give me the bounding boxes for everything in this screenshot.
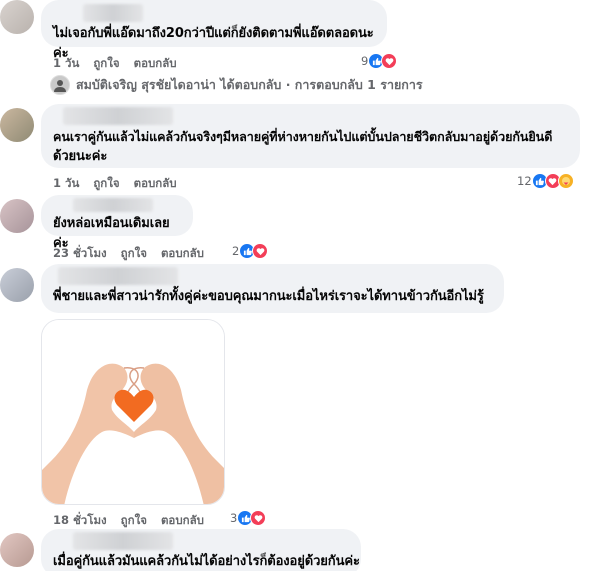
- commenter-avatar[interactable]: [0, 0, 34, 34]
- commenter-avatar[interactable]: [0, 108, 34, 142]
- comment-text: เมื่อคู่กันแล้วมันแคล้วกันไม่ได้อย่างไรก…: [53, 554, 360, 569]
- reaction-summary[interactable]: 12: [517, 173, 574, 189]
- reply-button[interactable]: ตอบกลับ: [161, 512, 204, 530]
- comment-time[interactable]: 18 ชั่วโมง: [53, 512, 107, 530]
- comment-bubble: ไม่เจอกับพี่แอ๊ดมาถึง20กว่าปีแต่ก็ยังติด…: [41, 0, 387, 61]
- reply-summary-text[interactable]: สมบัติเจริญ สุรชัยไดอาน่า ได้ตอบกลับ · ก…: [76, 75, 423, 95]
- commenter-avatar[interactable]: [0, 268, 34, 302]
- reaction-count: 12: [517, 174, 532, 188]
- reply-button[interactable]: ตอบกลับ: [134, 55, 177, 73]
- reaction-count: 3: [230, 511, 238, 525]
- care-icon: [557, 173, 574, 189]
- comment-actions: 1 วัน ถูกใจ ตอบกลับ: [53, 55, 177, 73]
- like-button[interactable]: ถูกใจ: [121, 245, 147, 263]
- comment-actions: 1 วัน ถูกใจ ตอบกลับ: [53, 175, 177, 193]
- commenter-avatar[interactable]: [0, 533, 34, 567]
- commenter-name-blurred[interactable]: [83, 4, 143, 22]
- love-icon: [381, 53, 398, 69]
- reaction-summary[interactable]: 3: [230, 510, 267, 526]
- comment-text-line: ด้วยนะค่ะ: [53, 149, 108, 164]
- heart-hands-image: [42, 320, 224, 504]
- commenter-name-blurred[interactable]: [73, 532, 173, 550]
- like-button[interactable]: ถูกใจ: [121, 512, 147, 530]
- commenter-avatar[interactable]: [0, 199, 34, 233]
- comment-text-line: คนเราคู่กันแล้วไม่แคล้วกันจริงๆมีหลายคู่…: [53, 129, 553, 144]
- comment-time[interactable]: 1 วัน: [53, 175, 79, 193]
- comment-actions: 18 ชั่วโมง ถูกใจ ตอบกลับ: [53, 512, 204, 530]
- commenter-name-blurred[interactable]: [73, 198, 153, 212]
- like-button[interactable]: ถูกใจ: [93, 175, 119, 193]
- reaction-count: 2: [232, 244, 240, 258]
- comment-bubble: ยังหล่อเหมือนเดิมเลยค่ะ: [41, 195, 193, 251]
- comment-text: พี่ชายและพี่สาวน่ารักทั้งคู่ค่ะขอบคุณมาก…: [53, 289, 484, 304]
- comment-actions: 23 ชั่วโมง ถูกใจ ตอบกลับ: [53, 245, 204, 263]
- commenter-name-blurred[interactable]: [58, 267, 178, 285]
- reply-button[interactable]: ตอบกลับ: [134, 175, 177, 193]
- reaction-summary[interactable]: 9: [361, 53, 398, 69]
- comment-time[interactable]: 23 ชั่วโมง: [53, 245, 107, 263]
- love-icon: [252, 243, 269, 259]
- comment-bubble: พี่ชายและพี่สาวน่ารักทั้งคู่ค่ะขอบคุณมาก…: [41, 264, 504, 313]
- reply-button[interactable]: ตอบกลับ: [161, 245, 204, 263]
- reaction-summary[interactable]: 2: [232, 243, 269, 259]
- comment-image[interactable]: [41, 319, 225, 505]
- view-replies-link[interactable]: สมบัติเจริญ สุรชัยไดอาน่า ได้ตอบกลับ · ก…: [50, 75, 423, 95]
- commenter-name-blurred[interactable]: [63, 107, 173, 125]
- reaction-count: 9: [361, 54, 369, 68]
- reply-author-avatar[interactable]: [50, 75, 70, 95]
- comment-time[interactable]: 1 วัน: [53, 55, 79, 73]
- comment-bubble: คนเราคู่กันแล้วไม่แคล้วกันจริงๆมีหลายคู่…: [41, 104, 580, 168]
- comment-bubble: เมื่อคู่กันแล้วมันแคล้วกันไม่ได้อย่างไรก…: [41, 529, 361, 571]
- love-icon: [250, 510, 267, 526]
- like-button[interactable]: ถูกใจ: [93, 55, 119, 73]
